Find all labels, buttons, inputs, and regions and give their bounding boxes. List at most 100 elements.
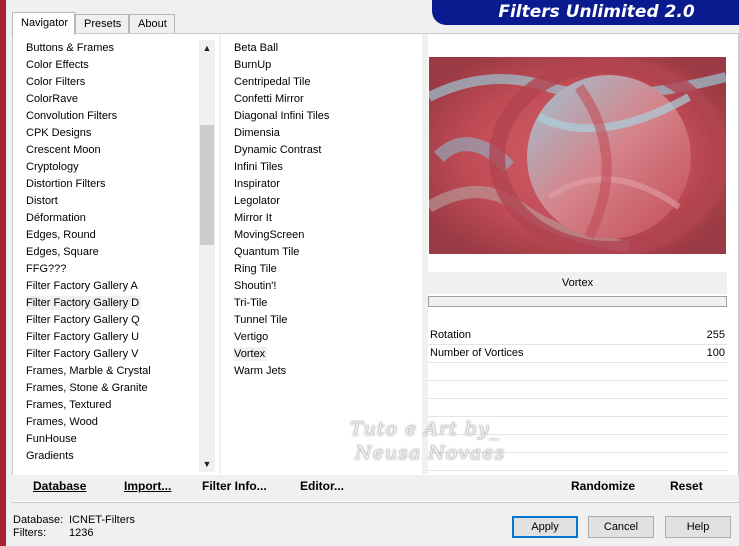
filter-item[interactable]: Tunnel Tile <box>234 312 414 329</box>
category-item-label: Color Effects <box>26 59 89 71</box>
apply-button[interactable]: Apply <box>512 516 578 538</box>
category-scrollbar[interactable]: ▲ ▼ <box>199 40 215 472</box>
category-item[interactable]: Distort <box>26 193 211 210</box>
scroll-thumb[interactable] <box>200 125 214 245</box>
category-item-label: Déformation <box>26 212 86 224</box>
param-row-empty <box>428 453 727 471</box>
filter-item[interactable]: Infini Tiles <box>234 159 414 176</box>
category-item-label: Convolution Filters <box>26 110 118 122</box>
category-item[interactable]: Distortion Filters <box>26 176 211 193</box>
reset-button[interactable]: Reset <box>670 479 703 493</box>
category-item-label: Filter Factory Gallery A <box>26 280 138 292</box>
import-button[interactable]: Import... <box>124 479 171 493</box>
category-item[interactable]: Frames, Textured <box>26 397 211 414</box>
filter-item[interactable]: Legolator <box>234 193 414 210</box>
category-item-label: Edges, Square <box>26 246 99 258</box>
database-button[interactable]: Database <box>33 479 86 493</box>
filter-item-label: Centripedal Tile <box>234 76 311 88</box>
category-item-label: Gradients <box>26 450 74 462</box>
filter-item[interactable]: MovingScreen <box>234 227 414 244</box>
category-item[interactable]: ColorRave <box>26 91 211 108</box>
param-name: Rotation <box>430 329 471 341</box>
filter-item[interactable]: Dimensia <box>234 125 414 142</box>
category-item-label: Distort <box>26 195 58 207</box>
param-name: Number of Vortices <box>430 347 524 359</box>
filter-item-label: Inspirator <box>234 178 280 190</box>
category-item[interactable]: Filter Factory Gallery D <box>26 295 211 312</box>
filter-item[interactable]: Confetti Mirror <box>234 91 414 108</box>
filter-item[interactable]: Centripedal Tile <box>234 74 414 91</box>
category-item[interactable]: Déformation <box>26 210 211 227</box>
preview-image <box>429 57 726 254</box>
filters-value: 1236 <box>69 527 94 539</box>
filter-item-label: Mirror It <box>234 212 272 224</box>
filter-item[interactable]: BurnUp <box>234 57 414 74</box>
param-value: 255 <box>706 329 725 341</box>
column-divider <box>219 34 221 474</box>
category-item[interactable]: FunHouse <box>26 431 211 448</box>
category-item-label: Frames, Textured <box>26 399 112 411</box>
category-item-label: Frames, Stone & Granite <box>26 382 148 394</box>
help-button[interactable]: Help <box>665 516 731 538</box>
selected-filter-name: Vortex <box>428 272 727 294</box>
filter-item[interactable]: Mirror It <box>234 210 414 227</box>
category-item[interactable]: Edges, Square <box>26 244 211 261</box>
filter-item-label: Diagonal Infini Tiles <box>234 110 330 122</box>
tab-presets[interactable]: Presets <box>75 14 129 34</box>
category-item[interactable]: Edges, Round <box>26 227 211 244</box>
filter-item-label: Beta Ball <box>234 42 279 54</box>
filter-item[interactable]: Tri-Tile <box>234 295 414 312</box>
filter-item[interactable]: Diagonal Infini Tiles <box>234 108 414 125</box>
category-item[interactable]: Frames, Stone & Granite <box>26 380 211 397</box>
background-strip <box>0 0 6 546</box>
database-label: Database: <box>13 514 64 526</box>
category-item-label: Filter Factory Gallery D <box>26 296 142 310</box>
filter-info-button[interactable]: Filter Info... <box>202 479 267 493</box>
tab-navigator[interactable]: Navigator <box>12 12 75 35</box>
editor-button[interactable]: Editor... <box>300 479 344 493</box>
category-item[interactable]: Buttons & Frames <box>26 40 211 57</box>
category-item[interactable]: Cryptology <box>26 159 211 176</box>
category-item-label: Color Filters <box>26 76 86 88</box>
filter-progress-bar <box>428 296 727 307</box>
filter-item[interactable]: Quantum Tile <box>234 244 414 261</box>
category-item[interactable]: CPK Designs <box>26 125 211 142</box>
database-value: ICNET-Filters <box>69 514 135 526</box>
filter-item[interactable]: Inspirator <box>234 176 414 193</box>
param-row-vortices[interactable]: Number of Vortices 100 <box>428 345 727 363</box>
filter-item[interactable]: Vortex <box>234 346 414 363</box>
filter-item[interactable]: Beta Ball <box>234 40 414 57</box>
category-item[interactable]: Gradients <box>26 448 211 465</box>
category-item-label: Filter Factory Gallery V <box>26 348 139 360</box>
category-item[interactable]: Convolution Filters <box>26 108 211 125</box>
filter-item[interactable]: Dynamic Contrast <box>234 142 414 159</box>
category-item[interactable]: Filter Factory Gallery U <box>26 329 211 346</box>
cancel-button[interactable]: Cancel <box>588 516 654 538</box>
category-item-label: Edges, Round <box>26 229 96 241</box>
filter-item[interactable]: Ring Tile <box>234 261 414 278</box>
filter-item[interactable]: Vertigo <box>234 329 414 346</box>
category-item[interactable]: Color Effects <box>26 57 211 74</box>
category-item[interactable]: Frames, Wood <box>26 414 211 431</box>
category-item[interactable]: FFG??? <box>26 261 211 278</box>
filter-item[interactable]: Warm Jets <box>234 363 414 380</box>
category-item[interactable]: Filter Factory Gallery Q <box>26 312 211 329</box>
filter-item-label: Ring Tile <box>234 263 277 275</box>
filter-item-label: Dimensia <box>234 127 280 139</box>
filter-item-label: Quantum Tile <box>234 246 300 258</box>
filter-item-label: Vertigo <box>234 331 269 343</box>
filter-item-label: MovingScreen <box>234 229 305 241</box>
param-row-empty <box>428 435 727 453</box>
tab-about[interactable]: About <box>129 14 175 34</box>
category-item[interactable]: Color Filters <box>26 74 211 91</box>
param-row-rotation[interactable]: Rotation 255 <box>428 327 727 345</box>
category-item[interactable]: Filter Factory Gallery A <box>26 278 211 295</box>
parameter-list: Rotation 255 Number of Vortices 100 <box>428 327 727 471</box>
category-item[interactable]: Frames, Marble & Crystal <box>26 363 211 380</box>
scroll-up-icon[interactable]: ▲ <box>199 40 215 56</box>
randomize-button[interactable]: Randomize <box>571 479 635 493</box>
scroll-down-icon[interactable]: ▼ <box>199 456 215 472</box>
filter-item[interactable]: Shoutin'! <box>234 278 414 295</box>
category-item[interactable]: Crescent Moon <box>26 142 211 159</box>
category-item[interactable]: Filter Factory Gallery V <box>26 346 211 363</box>
